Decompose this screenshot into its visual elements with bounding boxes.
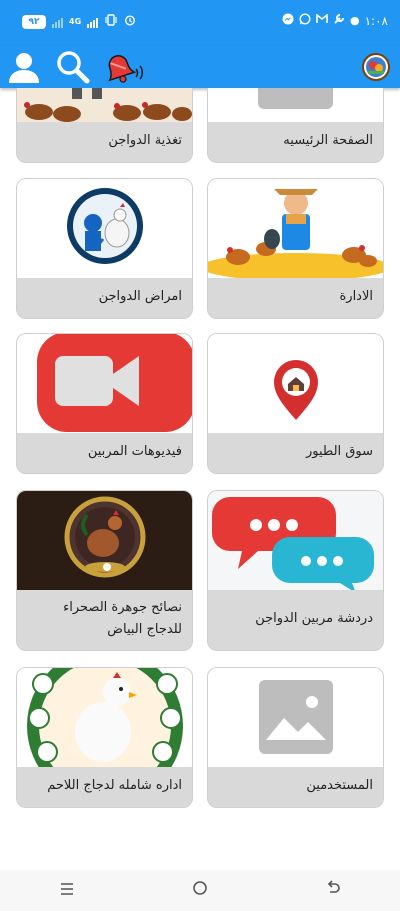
- card-label: الصفحة الرئيسيه: [283, 133, 373, 148]
- gmail-icon: [316, 13, 328, 27]
- card-label: سوق الطيور: [306, 444, 373, 459]
- card-poultry-diseases[interactable]: امراض الدواجن: [16, 178, 193, 319]
- management-image: [208, 179, 383, 278]
- card-poultry-feeding[interactable]: تغذية الدواجن: [16, 88, 193, 163]
- status-right: ● ١:٠٨: [282, 13, 388, 28]
- home-page-image: [208, 88, 383, 122]
- account-icon[interactable]: [6, 46, 42, 88]
- network-type: 4G: [69, 16, 82, 26]
- system-nav-bar: [0, 870, 400, 911]
- card-users[interactable]: المستخدمين: [207, 667, 384, 808]
- card-broiler-management[interactable]: اداره شامله لدجاج اللاحم: [16, 667, 193, 808]
- poultry-diseases-image: [17, 179, 192, 278]
- card-label: اداره شامله لدجاج اللاحم: [47, 778, 182, 793]
- vibrate-icon: [104, 14, 118, 29]
- notification-bell-icon[interactable]: [98, 46, 148, 88]
- menu-icon[interactable]: [59, 880, 75, 901]
- battery-icon: ٩٢: [22, 14, 46, 29]
- card-label: فيديوهات المربين: [87, 444, 182, 459]
- card-desert-jewel-tips[interactable]: نصائح جوهرة الصحراء للدجاج البياض: [16, 490, 193, 651]
- signal-2-icon: [87, 16, 99, 28]
- search-icon[interactable]: [56, 46, 90, 88]
- desert-jewel-tips-image: [17, 491, 192, 590]
- whatsapp-icon: [299, 13, 311, 28]
- back-icon[interactable]: [325, 880, 341, 901]
- poultry-feeding-image: [17, 88, 192, 122]
- card-birds-market[interactable]: سوق الطيور: [207, 333, 384, 474]
- category-grid: تغذية الدواجن الصفحة الرئيسيه امراض الدو…: [0, 88, 400, 870]
- messenger-icon: [282, 13, 294, 28]
- card-label: المستخدمين: [306, 778, 373, 793]
- birds-market-image: [208, 334, 383, 433]
- users-image-placeholder: [208, 668, 383, 767]
- status-bar: ٩٢ 4G ● ١:٠٨: [0, 0, 400, 46]
- battery-level: ٩٢: [28, 16, 40, 27]
- home-circle-icon[interactable]: [192, 880, 208, 901]
- card-label: دردشة مربين الدواجن: [255, 611, 373, 626]
- card-breeder-videos[interactable]: فيديوهات المربين: [16, 333, 193, 474]
- card-breeders-chat[interactable]: دردشة مربين الدواجن: [207, 490, 384, 651]
- card-label: تغذية الدواجن: [108, 133, 182, 148]
- breeder-videos-image: [17, 334, 192, 433]
- clock-time: ١:٠٨: [364, 13, 388, 28]
- card-label: امراض الدواجن: [98, 289, 182, 304]
- card-label: الادارة: [339, 289, 373, 304]
- card-management[interactable]: الادارة: [207, 178, 384, 319]
- alarm-icon: [124, 14, 136, 29]
- app-bar: [0, 46, 400, 88]
- card-home-page[interactable]: الصفحة الرئيسيه: [207, 88, 384, 163]
- status-left: ٩٢ 4G: [22, 14, 136, 29]
- dot-icon: ●: [350, 14, 360, 27]
- wrench-icon: [333, 13, 345, 28]
- app-logo[interactable]: [362, 46, 390, 88]
- broiler-management-image: [17, 668, 192, 767]
- signal-icon: [52, 16, 63, 28]
- card-label: نصائح جوهرة الصحراء للدجاج البياض: [63, 600, 182, 637]
- breeders-chat-image: [208, 491, 383, 590]
